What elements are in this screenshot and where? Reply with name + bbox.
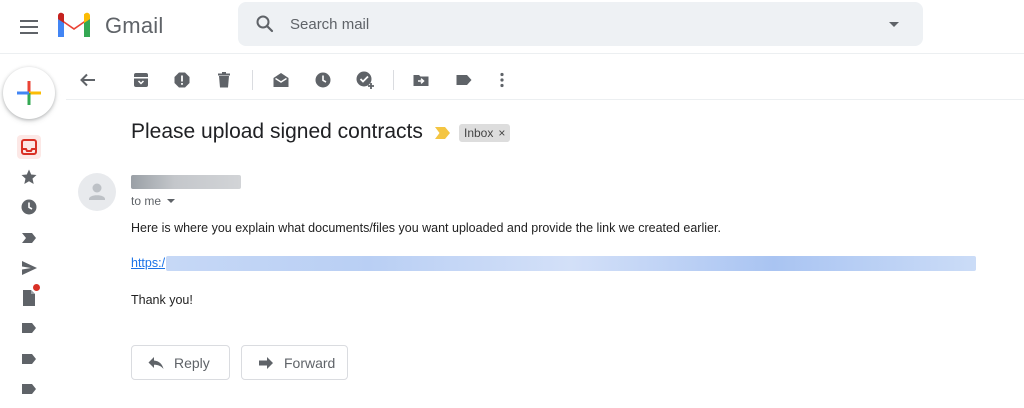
importance-marker-icon[interactable] [434, 126, 452, 140]
snooze-icon [315, 72, 331, 88]
delete-button[interactable] [210, 66, 238, 94]
inbox-icon [21, 139, 37, 155]
gmail-logo-icon[interactable] [56, 11, 92, 39]
remove-label-button[interactable]: × [498, 126, 505, 140]
labels-icon [456, 75, 472, 85]
move-to-button[interactable] [407, 66, 435, 94]
labels-button[interactable] [450, 66, 478, 94]
upload-link-redacted[interactable] [166, 256, 976, 271]
forward-icon [259, 356, 273, 369]
mark-unread-button[interactable] [267, 66, 295, 94]
forward-label: Forward [284, 354, 336, 371]
mark-unread-icon [273, 73, 289, 87]
star-icon [21, 169, 37, 184]
main-menu-icon[interactable] [14, 12, 44, 42]
sidebar-item-important[interactable] [17, 226, 41, 250]
forward-button[interactable]: Forward [241, 345, 348, 380]
label-icon [22, 384, 36, 394]
inbox-label-text: Inbox [464, 126, 494, 140]
back-arrow-icon [80, 73, 95, 87]
sidebar-item-snoozed[interactable] [17, 195, 41, 219]
sidebar-item-starred[interactable] [17, 165, 41, 189]
email-closing: Thank you! [131, 293, 193, 307]
snooze-button[interactable] [309, 66, 337, 94]
important-icon [22, 233, 36, 243]
reply-icon [148, 356, 164, 369]
sender-avatar[interactable] [78, 173, 116, 211]
reply-button[interactable]: Reply [131, 345, 230, 380]
sidebar-item-drafts[interactable] [17, 284, 41, 310]
report-spam-button[interactable] [168, 66, 196, 94]
search-icon[interactable] [255, 14, 275, 34]
search-options-dropdown-icon[interactable] [889, 22, 899, 27]
gmail-wordmark: Gmail [105, 13, 164, 38]
sender-name-redacted[interactable] [131, 175, 241, 189]
back-button[interactable] [74, 66, 102, 94]
toolbar-divider [393, 70, 394, 90]
sidebar-item-label-2[interactable] [17, 347, 41, 371]
message-toolbar [66, 60, 1024, 100]
top-header: Gmail [0, 0, 1024, 54]
add-to-tasks-icon [356, 71, 374, 89]
sidebar-item-label-3[interactable] [17, 377, 41, 401]
sidebar-item-inbox[interactable] [17, 135, 41, 159]
more-vert-icon [500, 72, 504, 88]
caret-down-icon [167, 199, 176, 203]
email-body-line: Here is where you explain what documents… [131, 221, 721, 235]
sidebar-item-sent[interactable] [17, 256, 41, 280]
report-spam-icon [174, 72, 190, 88]
toolbar-divider [252, 70, 253, 90]
send-icon [22, 261, 37, 275]
recipient-text: to me [131, 194, 162, 208]
email-subject: Please upload signed contracts [131, 120, 423, 143]
sidebar-item-label-1[interactable] [17, 316, 41, 340]
archive-button[interactable] [127, 66, 155, 94]
clock-icon [21, 199, 37, 215]
delete-icon [218, 72, 230, 88]
archive-icon [134, 73, 148, 87]
search-bar[interactable] [238, 2, 923, 46]
search-input[interactable] [290, 10, 870, 38]
inbox-label-chip: Inbox × [459, 124, 511, 142]
drafts-notification-dot [33, 284, 40, 291]
compose-plus-icon [17, 81, 41, 105]
drafts-icon [23, 290, 35, 306]
recipient-details-toggle[interactable]: to me [131, 194, 176, 208]
move-to-icon [413, 75, 429, 86]
label-icon [22, 354, 36, 364]
add-to-tasks-button[interactable] [351, 66, 379, 94]
label-icon [22, 323, 36, 333]
more-options-button[interactable] [488, 66, 516, 94]
default-avatar-icon [89, 183, 105, 200]
upload-link[interactable]: https:/ [131, 256, 165, 270]
reply-label: Reply [174, 354, 210, 371]
compose-button[interactable] [3, 67, 55, 119]
